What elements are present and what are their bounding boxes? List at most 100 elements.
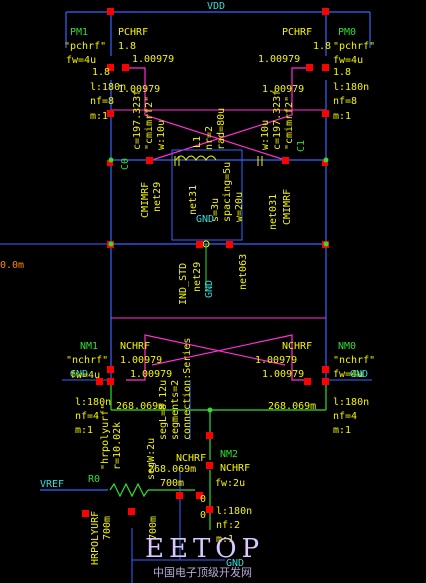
junction-dot	[323, 157, 329, 163]
pm1-nf: nf=8	[90, 96, 114, 107]
nm0-model: NCHRF	[282, 341, 312, 352]
nm1-v1: 1.00979	[120, 355, 162, 366]
pin[interactable]	[176, 492, 183, 499]
nm0-l: l:180n	[333, 397, 369, 408]
pm0-v2: 1.00979	[262, 84, 304, 95]
nm0-v3: 268.069m	[268, 401, 316, 412]
nm2-cell: NCHRF	[220, 463, 250, 474]
pm0-l: l:180n	[333, 82, 369, 93]
schematic-svg: VDD PM1 PCHRF "pchrf" 1.8 fw=4u 1.8 1.00…	[0, 1, 375, 583]
left-cut-label: 0.0m	[0, 260, 24, 271]
pm1-name: PM1	[70, 27, 88, 38]
c1-model: CMIMRF	[282, 189, 293, 225]
l1-nr-group: nr=2	[204, 126, 215, 150]
c1-net-group: net031	[268, 194, 279, 230]
pm0-w2: 1.8	[333, 67, 351, 78]
pm0-m: m:1	[333, 111, 351, 122]
c0-cell-group: "cmimrf2"	[144, 96, 155, 150]
c1-model-group: CMIMRF	[282, 189, 293, 225]
resistor-icon[interactable]	[109, 482, 149, 498]
c1-w-group: w:10u	[260, 120, 271, 150]
pm0-v1: 1.00979	[258, 54, 300, 65]
l1-netc-group: net31	[188, 185, 199, 215]
nm2-v4: 0	[200, 510, 206, 521]
pm1-m: m:1	[90, 111, 108, 122]
r0-v1: 700m	[102, 516, 113, 540]
nm1-v2: 1.00979	[130, 369, 172, 380]
pm0-cell: "pchrf"	[333, 41, 375, 52]
c1-cell: "cmimrf2"	[284, 96, 295, 150]
pin[interactable]	[82, 510, 89, 517]
gnd-right-label: GND	[350, 369, 368, 380]
pin[interactable]	[196, 241, 203, 248]
c0-cap-group: c=197.323f	[132, 90, 143, 150]
l1-rad-group: rad=80u	[216, 108, 227, 150]
r0-segl: segL=8.12u	[158, 380, 169, 440]
vdd-label: VDD	[207, 1, 225, 12]
r0-model: HRPOLYURF	[90, 511, 101, 565]
nm2-v3: 0	[200, 494, 206, 505]
l1-model-group: IND_STD	[178, 263, 189, 305]
pin[interactable]	[322, 378, 329, 385]
nm2-nf: nf:2	[216, 520, 240, 531]
pm0-w: 1.8	[313, 41, 331, 52]
l1-net-b: net063	[238, 254, 249, 290]
pin[interactable]	[306, 64, 313, 71]
l1-net-c: net31	[188, 185, 199, 215]
pm1-fw: fw=4u	[66, 55, 96, 66]
c1-cap-group: c=197.323f	[272, 90, 283, 150]
gnd-tap-group: GND	[204, 280, 215, 298]
c1-net: net031	[268, 194, 279, 230]
c0-net-group: net29	[152, 182, 163, 212]
nm0-v1: 1.00979	[255, 355, 297, 366]
r0-conn: connection:Series	[182, 338, 193, 440]
c0-name: C0	[120, 158, 131, 170]
pm0-name: PM0	[338, 27, 356, 38]
pm0-nf: nf=8	[333, 96, 357, 107]
pin[interactable]	[304, 378, 311, 385]
pin[interactable]	[206, 432, 213, 439]
nm1-fw: fw=4u	[70, 370, 100, 381]
nm1-m: m:1	[75, 425, 93, 436]
pin[interactable]	[128, 508, 135, 515]
nm0-m: m:1	[333, 425, 351, 436]
r0-cell-group: "hrpolyurf"	[100, 404, 111, 470]
pin[interactable]	[226, 241, 233, 248]
c0-w: w:10u	[156, 120, 167, 150]
nm0-v2: 1.00979	[262, 369, 304, 380]
pin[interactable]	[107, 8, 114, 15]
pin[interactable]	[322, 366, 329, 373]
pm1-w2: 1.8	[92, 67, 110, 78]
gnd-tap-label: GND	[204, 280, 215, 298]
pin[interactable]	[206, 506, 213, 513]
l1-netb-group: net063	[238, 254, 249, 290]
pin[interactable]	[206, 462, 213, 469]
r0-r-group: r=10.02k	[112, 422, 123, 470]
c0-cap: c=197.323f	[132, 90, 143, 150]
nm1-cell: "nchrf"	[66, 355, 108, 366]
pin[interactable]	[282, 157, 289, 164]
pin[interactable]	[146, 157, 153, 164]
c0-w-group: w:10u	[156, 120, 167, 150]
r0-name: R0	[88, 474, 100, 485]
l1-w-group: w=20u	[234, 192, 245, 222]
pin[interactable]	[322, 8, 329, 15]
pin[interactable]	[122, 64, 129, 71]
nm0-name: NM0	[338, 341, 356, 352]
pin[interactable]	[107, 378, 114, 385]
junction-dot	[108, 157, 114, 163]
r0-v1-group: 700m	[102, 516, 113, 540]
r0-cell: "hrpolyurf"	[100, 404, 111, 470]
schematic-canvas[interactable]: { "nets": { "vdd": "VDD", "gnd": "GND", …	[0, 0, 426, 583]
c1-name: C1	[296, 140, 307, 152]
pin[interactable]	[322, 110, 329, 117]
c0-model-group: CMIMRF	[140, 182, 151, 218]
r0-conn-group: connection:Series	[182, 338, 193, 440]
pin[interactable]	[107, 366, 114, 373]
nm1-name: NM1	[80, 341, 98, 352]
nm2-name: NM2	[220, 449, 238, 460]
nm1-v3: 268.069m	[116, 401, 164, 412]
pin[interactable]	[322, 64, 329, 71]
pm0-fw: fw=4u	[333, 55, 363, 66]
nm0-cell: "nchrf"	[333, 355, 375, 366]
